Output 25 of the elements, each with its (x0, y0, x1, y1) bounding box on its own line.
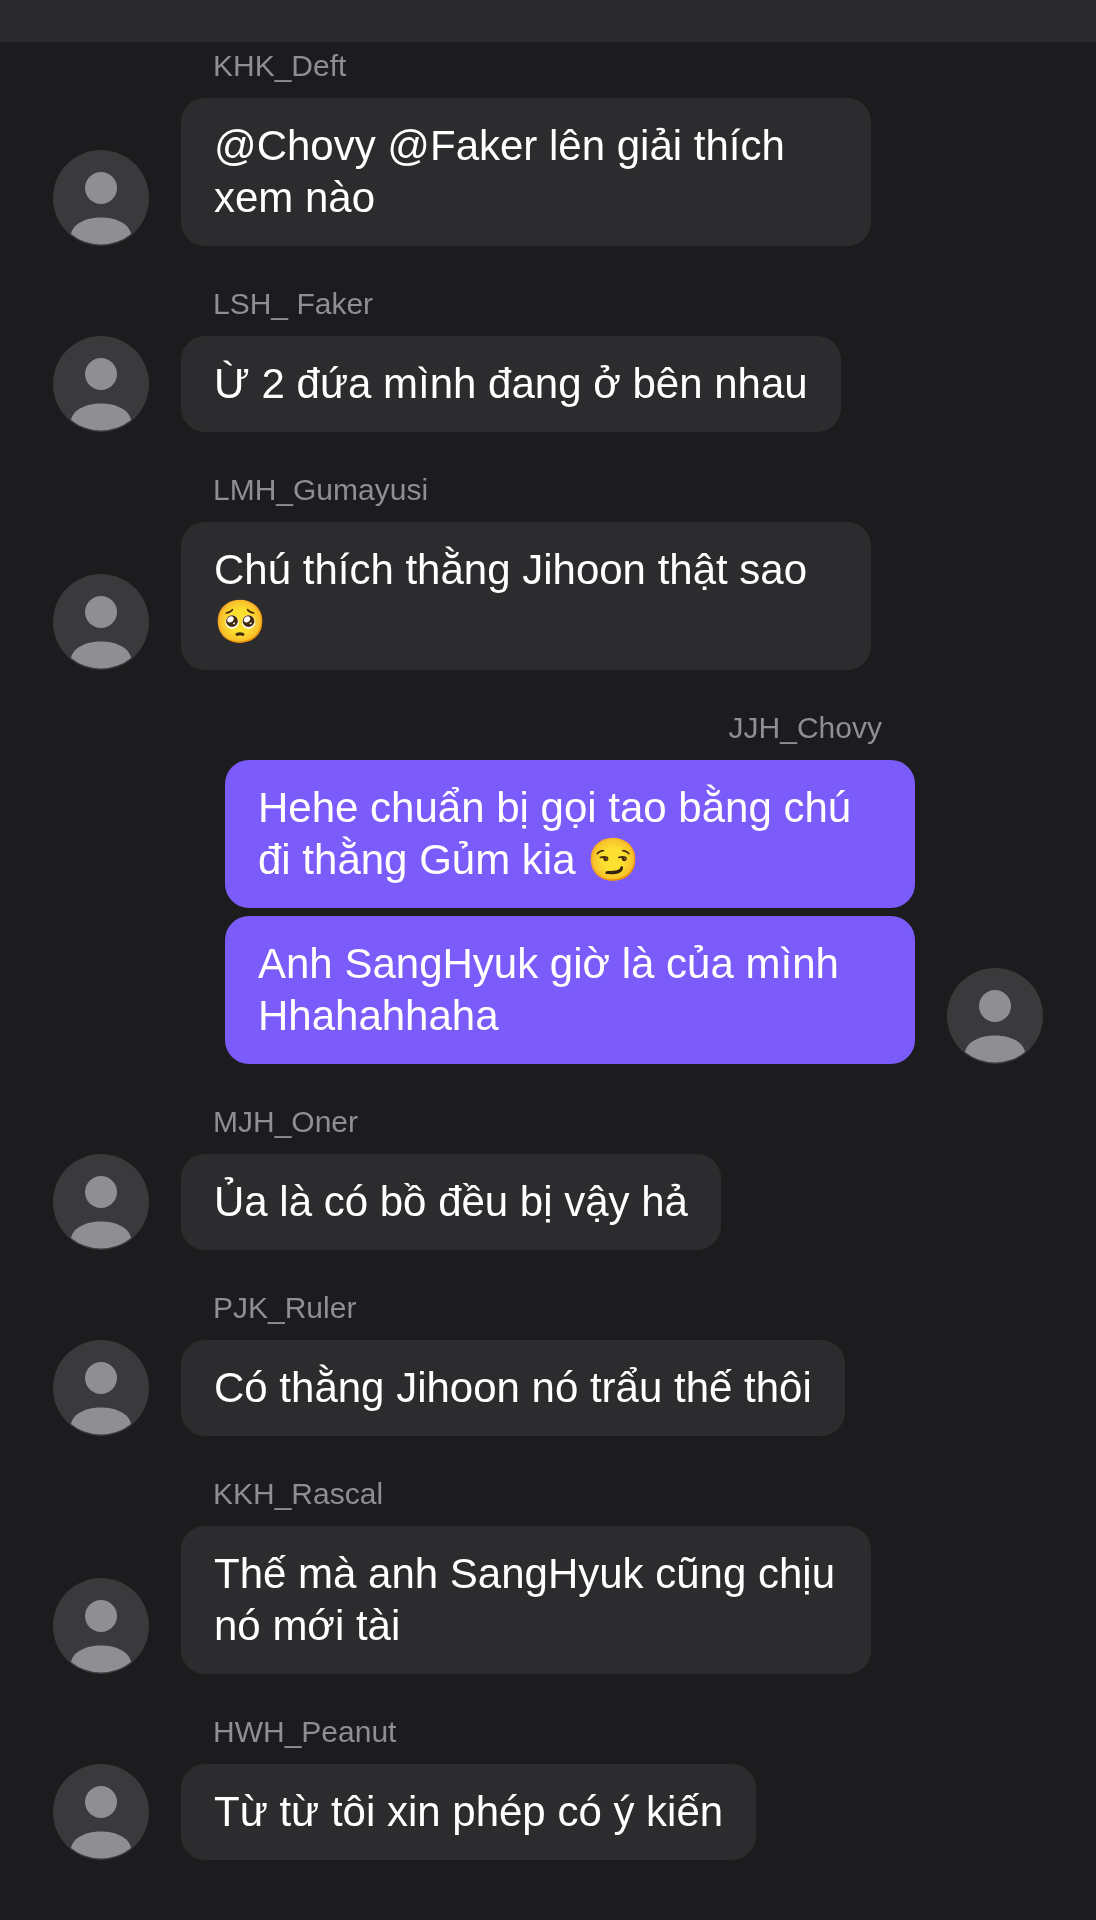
message-bubble: Chú thích thằng Jihoon thật sao 🥺 (181, 522, 871, 670)
sender-name: KKH_Rascal (213, 1476, 384, 1512)
avatar-icon (947, 968, 1043, 1064)
message-bubble: Thế mà anh SangHyuk cũng chịu nó mới tài (181, 1526, 871, 1674)
message-bubble: Từ từ tôi xin phép có ý kiến (181, 1764, 757, 1860)
sender-name: LMH_Gumayusi (213, 472, 429, 508)
sender-name: JJH_Chovy (728, 710, 882, 746)
sender-name: KHK_Deft (213, 48, 347, 84)
message-bubble: Ừ 2 đứa mình đang ở bên nhau (181, 336, 841, 432)
message-bubble: Anh SangHyuk giờ là của mình Hhahahhaha (225, 916, 915, 1064)
avatar-icon (53, 150, 149, 246)
message-bubble: Ủa là có bồ đều bị vậy hả (181, 1154, 721, 1250)
avatar-icon (53, 1154, 149, 1250)
avatar-icon (53, 1764, 149, 1860)
avatar-icon (53, 574, 149, 670)
sender-name: HWH_Peanut (213, 1714, 397, 1750)
sender-name: PJK_Ruler (213, 1290, 357, 1326)
avatar-icon (53, 1340, 149, 1436)
sender-name: LSH_ Faker (213, 286, 374, 322)
message-bubble: Có thằng Jihoon nó trẩu thế thôi (181, 1340, 845, 1436)
avatar-icon (53, 336, 149, 432)
sender-name: MJH_Oner (213, 1104, 359, 1140)
message-bubble: Hehe chuẩn bị gọi tao bằng chú đi thằng Gủm kia 😏 (225, 760, 915, 908)
avatar-icon (53, 1578, 149, 1674)
message-bubble: @Chovy @Faker lên giải thích xem nào (181, 98, 871, 246)
